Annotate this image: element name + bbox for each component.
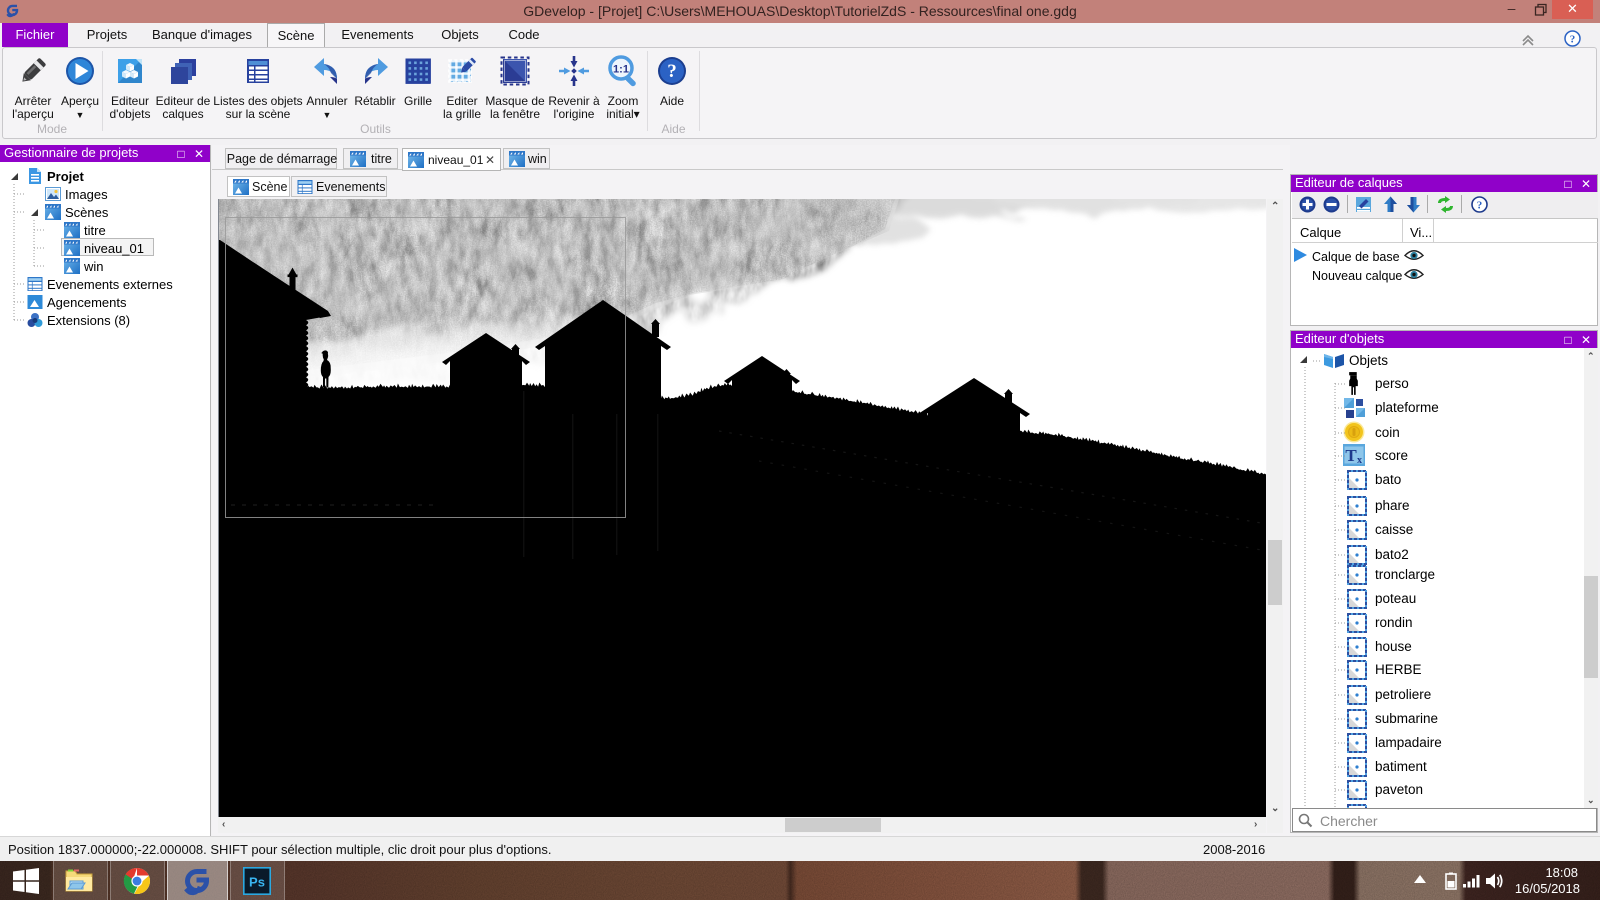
svg-text:Ps: Ps xyxy=(249,875,265,890)
svg-text:?: ? xyxy=(667,61,677,82)
svg-text:?: ? xyxy=(1477,200,1483,212)
svg-text:?: ? xyxy=(1570,34,1576,46)
svg-text:x: x xyxy=(1357,455,1362,466)
svg-text:T: T xyxy=(1345,446,1357,465)
